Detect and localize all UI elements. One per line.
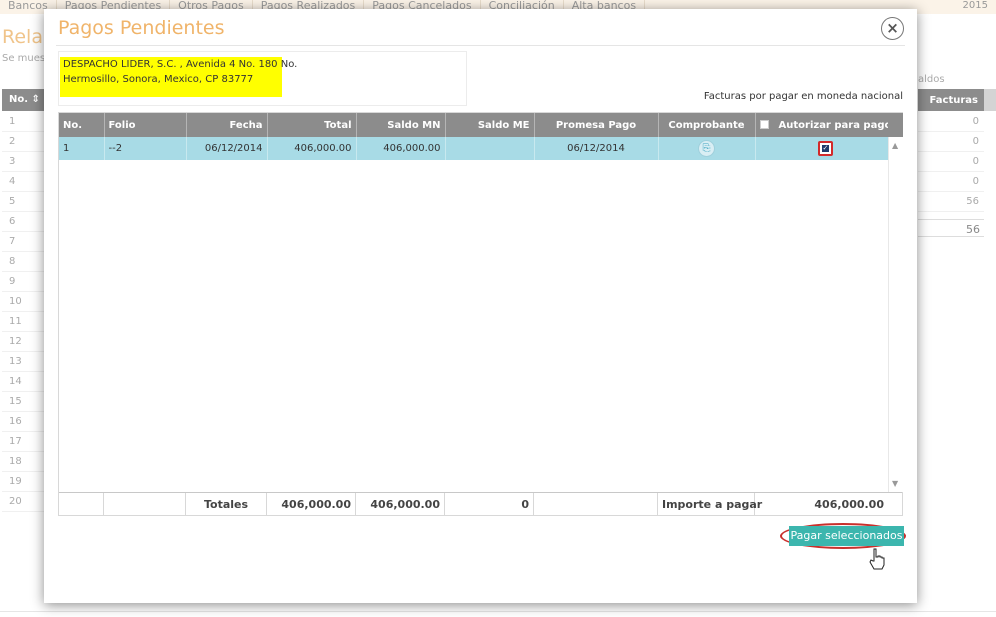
- row-number: 14: [2, 372, 44, 392]
- dialog-title: Pagos Pendientes: [58, 17, 225, 39]
- totals-saldo-me: 0: [445, 493, 534, 516]
- totals-empty-1: [59, 493, 104, 516]
- row-number: 2: [2, 132, 44, 152]
- totals-empty-3: [534, 493, 658, 516]
- cell-fecha: 06/12/2014: [186, 137, 268, 160]
- col-header-total[interactable]: Total: [267, 113, 357, 137]
- pending-invoices-grid: No. Folio Fecha Total Saldo MN Saldo ME …: [58, 112, 903, 516]
- cell-no: 1: [59, 137, 105, 160]
- scroll-down-icon[interactable]: ▼: [892, 479, 898, 488]
- col-header-no[interactable]: No.: [59, 113, 105, 137]
- row-number: 17: [2, 432, 44, 452]
- row-number: 5: [2, 192, 44, 212]
- cell-folio: --2: [104, 137, 187, 160]
- hand-cursor-icon: [869, 548, 885, 570]
- facturas-value: 0: [918, 172, 984, 192]
- row-number: 4: [2, 172, 44, 192]
- row-number: 19: [2, 472, 44, 492]
- select-all-checkbox[interactable]: [759, 119, 769, 129]
- row-number: 13: [2, 352, 44, 372]
- cell-autorizar: ✓: [755, 137, 897, 160]
- pdf-icon[interactable]: ⎘: [698, 140, 715, 157]
- row-number: 8: [2, 252, 44, 272]
- row-number: 20: [2, 492, 44, 512]
- background-facturas-header[interactable]: Facturas: [918, 89, 984, 111]
- invoices-table: No. Folio Fecha Total Saldo MN Saldo ME …: [59, 113, 897, 160]
- cell-total: 406,000.00: [267, 137, 357, 160]
- cell-promesa-pago: 06/12/2014: [534, 137, 659, 160]
- sort-icon: ⇕: [31, 94, 40, 105]
- background-row-numbers: 1 2 3 4 5 6 7 8 9 10 11 12 13 14 15 16 1…: [2, 112, 44, 512]
- address-line-1: DESPACHO LIDER, S.C. , Avenida 4 No. 180…: [63, 59, 298, 70]
- row-number: 15: [2, 392, 44, 412]
- col-header-autorizar[interactable]: Autorizar para pago: [755, 113, 897, 137]
- currency-note: Facturas por pagar en moneda nacional: [703, 91, 903, 102]
- facturas-value: 0: [918, 152, 984, 172]
- address-box: DESPACHO LIDER, S.C. , Avenida 4 No. 180…: [58, 51, 467, 106]
- table-header-row: No. Folio Fecha Total Saldo MN Saldo ME …: [59, 113, 897, 137]
- totals-row: Totales 406,000.00 406,000.00 0 Importe …: [59, 492, 902, 516]
- address-line-2: Hermosillo, Sonora, Mexico, CP 83777: [63, 74, 254, 85]
- col-header-promesa-pago[interactable]: Promesa Pago: [534, 113, 659, 137]
- table-row[interactable]: 1 --2 06/12/2014 406,000.00 406,000.00 0…: [59, 137, 897, 160]
- row-number: 11: [2, 312, 44, 332]
- importe-label: Importe a pagar: [658, 493, 762, 516]
- background-header-filler: [984, 89, 996, 111]
- totals-empty-2: [104, 493, 186, 516]
- row-number: 7: [2, 232, 44, 252]
- background-facturas-total: 56: [918, 219, 984, 237]
- row-number: 12: [2, 332, 44, 352]
- title-divider: [56, 45, 905, 46]
- row-number: 18: [2, 452, 44, 472]
- background-divider: [0, 611, 996, 612]
- background-facturas-values: 0 0 0 0 56: [918, 112, 984, 212]
- row-number: 10: [2, 292, 44, 312]
- cell-saldo-me: [445, 137, 535, 160]
- importe-value: 406,000.00: [814, 498, 884, 511]
- authorize-checkbox[interactable]: ✓: [817, 141, 833, 156]
- totals-label: Totales: [186, 493, 267, 516]
- background-saldos-label: aldos: [918, 74, 945, 85]
- col-header-fecha[interactable]: Fecha: [186, 113, 268, 137]
- row-number: 16: [2, 412, 44, 432]
- col-header-comprobante[interactable]: Comprobante: [658, 113, 756, 137]
- year-label: 2015: [962, 0, 988, 11]
- background-subtitle: Se muest: [2, 53, 50, 64]
- background-no-header[interactable]: No. ⇕: [2, 89, 44, 111]
- header-filler: [888, 113, 903, 137]
- col-header-saldo-me[interactable]: Saldo ME: [445, 113, 535, 137]
- cell-saldo-mn: 406,000.00: [356, 137, 446, 160]
- facturas-value: 0: [918, 132, 984, 152]
- facturas-value: 56: [918, 192, 984, 212]
- close-button[interactable]: ×: [881, 17, 904, 40]
- col-header-saldo-mn[interactable]: Saldo MN: [356, 113, 446, 137]
- cell-comprobante: ⎘: [658, 137, 756, 160]
- scroll-up-icon[interactable]: ▲: [892, 141, 898, 150]
- row-number: 3: [2, 152, 44, 172]
- col-header-folio[interactable]: Folio: [104, 113, 187, 137]
- row-number: 1: [2, 112, 44, 132]
- row-number: 6: [2, 212, 44, 232]
- pagos-pendientes-dialog: Pagos Pendientes × DESPACHO LIDER, S.C. …: [44, 9, 917, 603]
- check-icon: ✓: [821, 144, 829, 152]
- pay-selected-button[interactable]: Pagar seleccionados: [789, 526, 904, 546]
- row-number: 9: [2, 272, 44, 292]
- facturas-value: 0: [918, 112, 984, 132]
- totals-saldo-mn: 406,000.00: [356, 493, 445, 516]
- totals-total: 406,000.00: [267, 493, 356, 516]
- vertical-scrollbar[interactable]: ▲ ▼: [888, 137, 903, 492]
